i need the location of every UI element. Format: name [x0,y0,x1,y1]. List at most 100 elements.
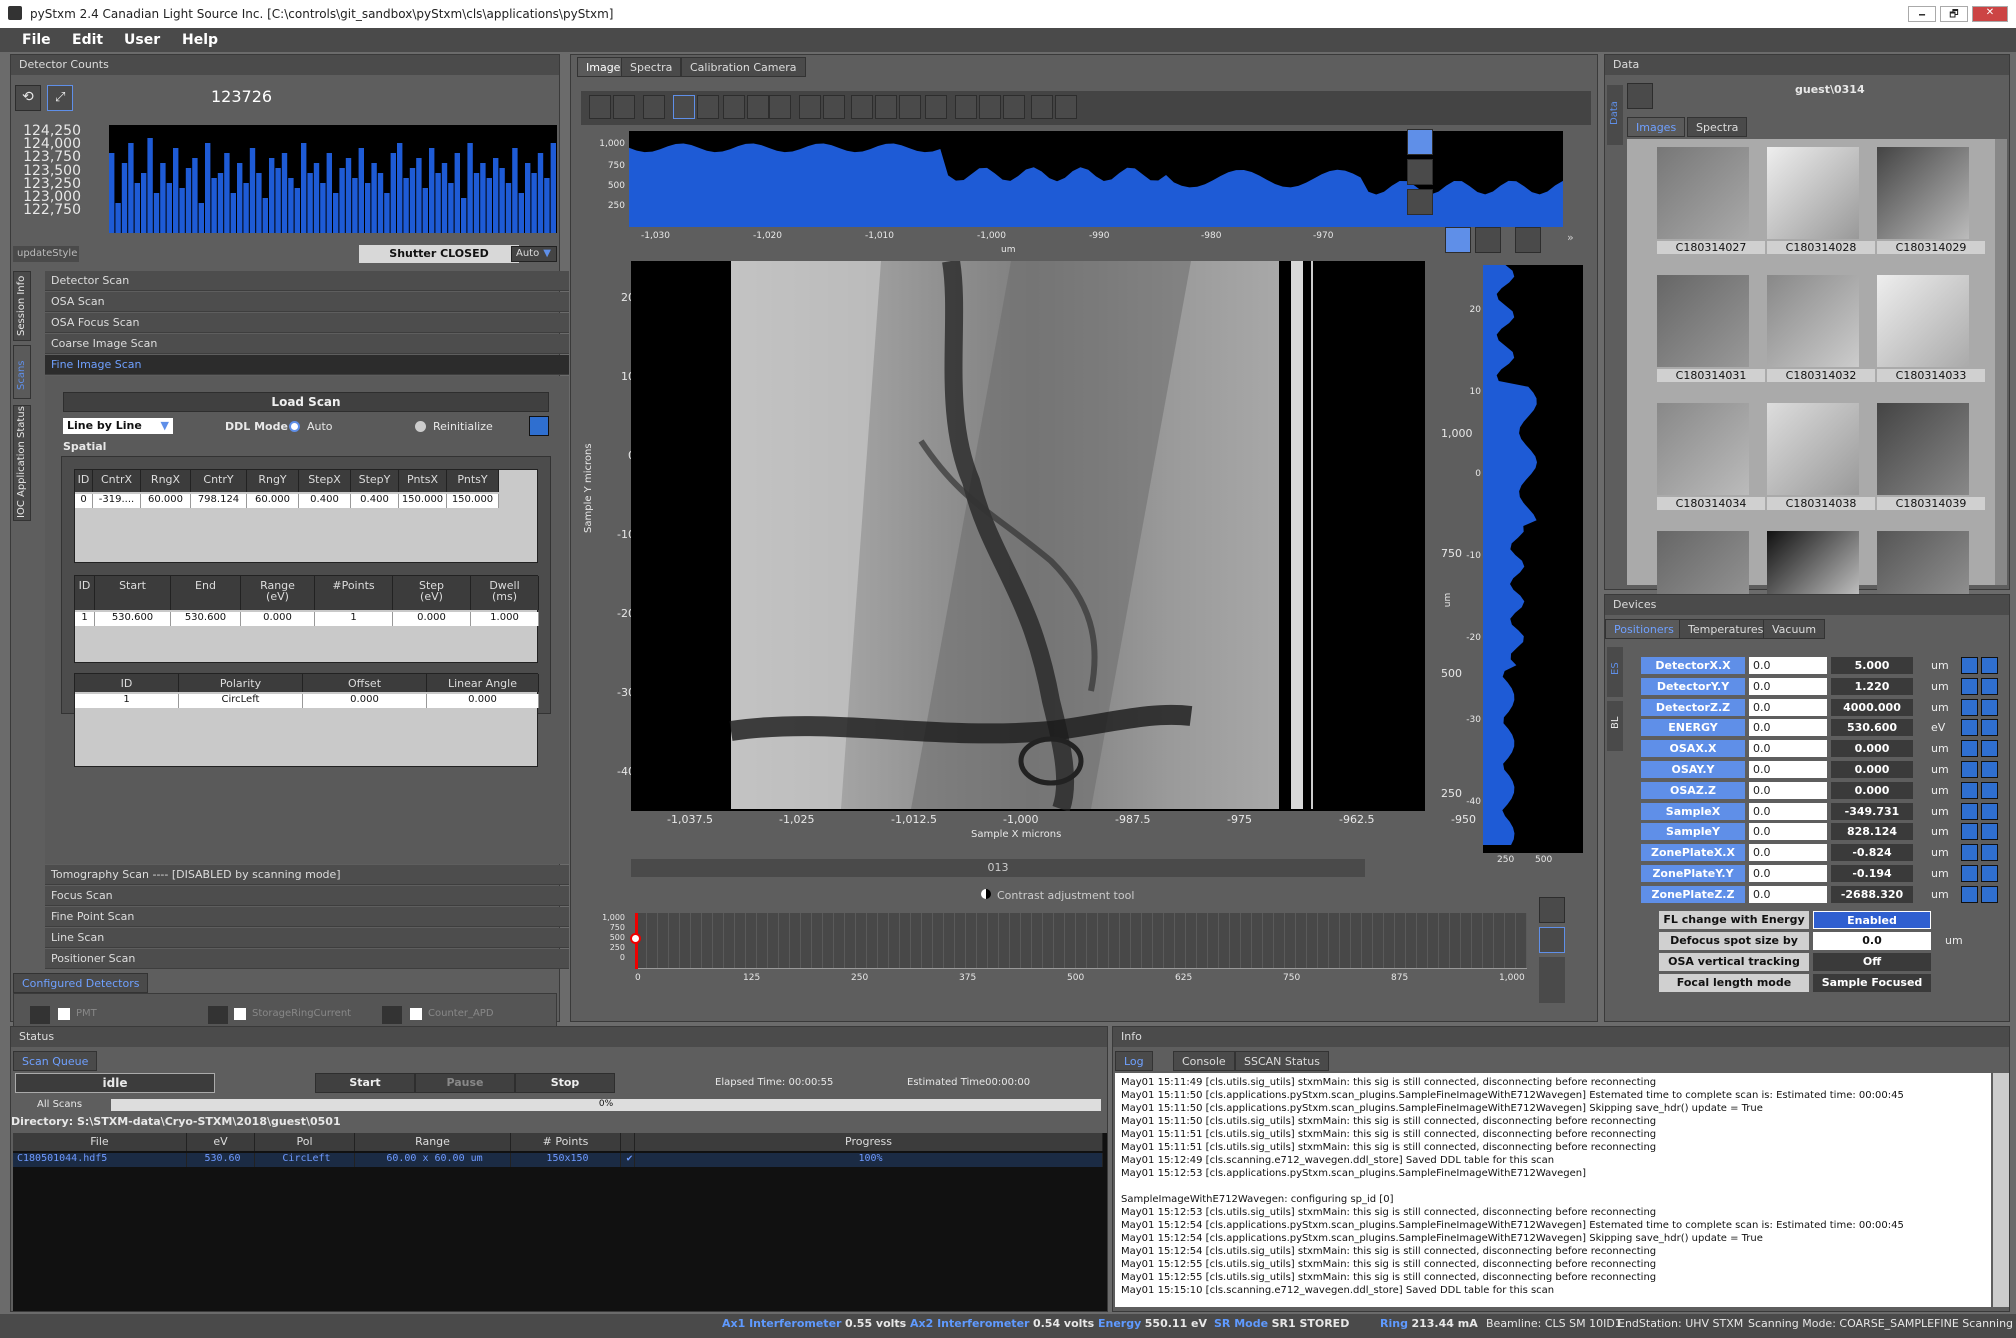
queue-cell[interactable]: CircLeft [255,1153,355,1167]
tab-sscan-status[interactable]: SSCAN Status [1235,1051,1329,1071]
details-button[interactable] [1981,761,1998,778]
table-cell[interactable]: 1.000 [471,612,539,626]
table-cell[interactable]: 60.000 [141,494,191,508]
positioner-setpoint-input[interactable]: 0.0 [1749,823,1827,841]
minimize-button[interactable]: 🗕 [1908,6,1936,22]
data-tab-spectra[interactable]: Spectra [1687,117,1748,137]
table-cell[interactable]: 530.600 [95,612,171,626]
spatial-table[interactable]: ID CntrX RngX CntrY RngY StepX StepY PntsX PntsY… [74,469,538,563]
thumbnail[interactable]: C180314029 [1877,147,1985,265]
positioner-setpoint-input[interactable]: 0.0 [1749,844,1827,862]
session-info-tab[interactable]: Session Info [13,271,31,341]
stop-button[interactable] [1961,885,1978,903]
stop-button[interactable] [1961,865,1978,882]
positioner-setpoint-input[interactable]: 0.0 [1749,761,1827,778]
focus-option-value[interactable]: Sample Focused [1813,974,1931,992]
table-cell[interactable]: 1 [315,612,393,626]
stop-button[interactable] [1961,761,1978,778]
acc-line-scan[interactable]: Line Scan [45,928,569,948]
focus-option-value[interactable]: Enabled [1813,911,1931,929]
ring-checkbox[interactable] [234,1008,246,1020]
thumbnail[interactable]: C180314032 [1767,275,1875,393]
bl-tab[interactable]: BL [1607,701,1623,751]
export-icon[interactable] [747,95,769,119]
table-cell[interactable]: 0 [75,494,93,508]
stop-button[interactable]: Stop [515,1073,615,1093]
hist-handle[interactable] [630,933,641,944]
print-icon[interactable] [799,95,821,119]
positioner-setpoint-input[interactable]: 0.0 [1749,657,1827,674]
pointer-icon[interactable] [673,95,695,119]
acc-osa-focus-scan[interactable]: OSA Focus Scan [45,313,569,333]
details-button[interactable] [1981,719,1998,737]
queue-cell[interactable]: C180501044.hdf5 [13,1153,187,1167]
table-cell[interactable]: 530.600 [171,612,241,626]
tab-positioners[interactable]: Positioners [1605,619,1683,639]
configured-detectors-tab[interactable]: Configured Detectors [13,973,149,993]
positioner-setpoint-input[interactable]: 0.0 [1749,885,1827,903]
energy-table[interactable]: ID Start End Range (eV) #Points Step (eV) Dwel… [74,575,539,663]
hline-icon[interactable] [899,95,921,119]
axis-icon[interactable] [955,95,977,119]
point-icon[interactable] [925,95,947,119]
pause-button[interactable]: Pause [415,1073,515,1093]
gear-icon[interactable] [697,95,719,119]
acc-focus-scan[interactable]: Focus Scan [45,886,569,906]
table-cell[interactable]: 0.400 [351,494,399,508]
tab-temperatures[interactable]: Temperatures [1679,619,1773,639]
details-button[interactable] [1981,657,1998,674]
details-button[interactable] [1981,677,1998,695]
menu-help[interactable]: Help [182,32,218,48]
more-chevron-icon[interactable]: » [1567,231,1574,244]
acc-tomography-scan[interactable]: Tomography Scan ---- [DISABLED by scanni… [45,865,569,885]
thumbnail[interactable]: C180314034 [1657,403,1765,521]
roi-icon[interactable] [851,95,873,119]
thumbnail[interactable]: C180314038 [1767,403,1875,521]
square-red-icon[interactable] [1003,95,1025,119]
star-icon[interactable] [1031,95,1053,119]
details-button[interactable] [1981,802,1998,820]
positioner-setpoint-input[interactable]: 0.0 [1749,802,1827,820]
data-refresh-icon[interactable] [1627,83,1653,109]
table-cell[interactable]: 0.000 [303,694,427,708]
queue-cell[interactable]: ✔ [621,1153,635,1167]
table-cell[interactable]: 1 [75,612,95,626]
tab-calibration-camera[interactable]: Calibration Camera [681,57,806,77]
queue-cell[interactable]: 530.60 [187,1153,255,1167]
thumbnail[interactable]: C180314031 [1657,275,1765,393]
acc-coarse-image-scan[interactable]: Coarse Image Scan [45,334,569,354]
contrast-reset-icon[interactable] [1539,927,1565,953]
positioner-setpoint-input[interactable]: 0.0 [1749,865,1827,882]
table-cell[interactable]: 60.000 [247,494,299,508]
stop-button[interactable] [1961,781,1978,799]
acc-fine-image-scan[interactable]: Fine Image Scan [45,355,569,375]
positioner-setpoint-input[interactable]: 0.0 [1749,698,1827,716]
acc-detector-scan[interactable]: Detector Scan [45,271,569,291]
table-cell[interactable]: -319.... [93,494,141,508]
stop-button[interactable] [1961,802,1978,820]
save-icon[interactable] [613,95,635,119]
log-view[interactable]: May01 15:11:49 [cls.utils.sig_utils] stx… [1115,1073,1991,1307]
polarity-table[interactable]: ID Polarity Offset Linear Angle 1 CircLeft 0.0… [74,673,539,767]
scan-queue-table[interactable]: File eV Pol Range # Points Progress C180501044… [13,1133,1107,1311]
auto-select[interactable]: Auto ▼ [511,246,557,262]
load-scan-button[interactable]: Load Scan [63,392,549,412]
table-cell[interactable]: 0.400 [299,494,351,508]
line-icon[interactable] [875,95,897,119]
screen-icon[interactable] [723,95,745,119]
queue-cell[interactable]: 60.00 x 60.00 um [355,1153,511,1167]
acc-osa-scan[interactable]: OSA Scan [45,292,569,312]
color-map-icon[interactable] [1539,897,1565,923]
stop-button[interactable] [1961,719,1978,737]
menu-edit[interactable]: Edit [72,32,103,48]
tab-log[interactable]: Log [1115,1051,1153,1071]
profile-toggle-icon[interactable] [1407,129,1433,155]
tab-console[interactable]: Console [1173,1051,1235,1071]
table-cell[interactable]: 798.124 [191,494,247,508]
positioner-setpoint-input[interactable]: 0.0 [1749,740,1827,758]
table-cell[interactable]: 0.000 [393,612,471,626]
details-button[interactable] [1981,885,1998,903]
details-button[interactable] [1981,865,1998,882]
update-style-button[interactable]: updateStyle [13,246,79,262]
positioner-setpoint-input[interactable]: 0.0 [1749,719,1827,737]
